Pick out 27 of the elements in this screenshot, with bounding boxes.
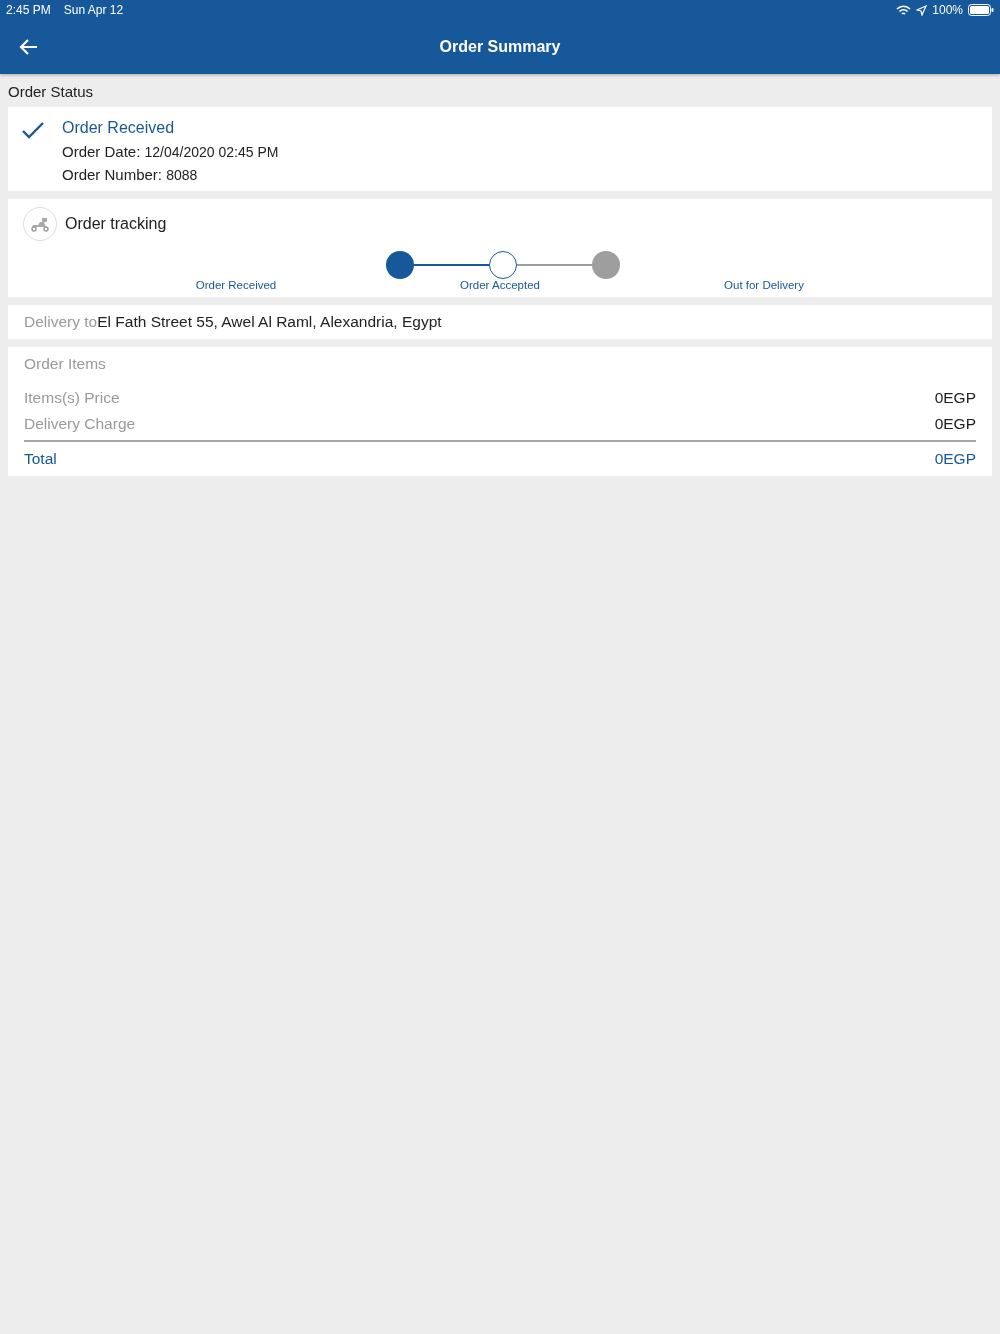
- check-icon: [22, 122, 44, 139]
- price-value: 0EGP: [934, 415, 976, 433]
- delivery-address: El Fath Street 55, Awel Al Raml, Alexandria, Egypt: [97, 313, 442, 330]
- tracking-title: Order tracking: [65, 215, 167, 233]
- order-status: Order Received: [62, 119, 176, 137]
- items-heading: Order Items: [24, 355, 107, 373]
- total-value: 0EGP: [934, 450, 976, 468]
- step-label: Out for Delivery: [723, 279, 805, 291]
- order-number: Order Number: 8088: [62, 166, 199, 183]
- nav-title: Order Summary: [439, 38, 561, 56]
- section-heading: Order Status: [7, 82, 95, 102]
- price-value: 0EGP: [934, 389, 976, 407]
- scooter-icon: [23, 207, 57, 241]
- back-icon[interactable]: [18, 38, 38, 56]
- wifi-icon: [896, 4, 912, 16]
- battery-level: 100%: [932, 3, 963, 17]
- location-icon: [916, 4, 928, 16]
- price-label: Items(s) Price: [24, 389, 120, 407]
- status-date: Sun Apr 12: [63, 3, 124, 17]
- battery-icon: [968, 4, 994, 16]
- delivery-label: Delivery to: [24, 313, 98, 330]
- status-time: 2:45 PM: [6, 3, 51, 17]
- total-label: Total: [24, 450, 57, 468]
- price-label: Delivery Charge: [24, 415, 136, 433]
- order-date: Order Date: 12/04/2020 02:45 PM: [62, 143, 279, 160]
- step-label: Order Received: [194, 279, 278, 291]
- step-label: Order Accepted: [459, 279, 541, 291]
